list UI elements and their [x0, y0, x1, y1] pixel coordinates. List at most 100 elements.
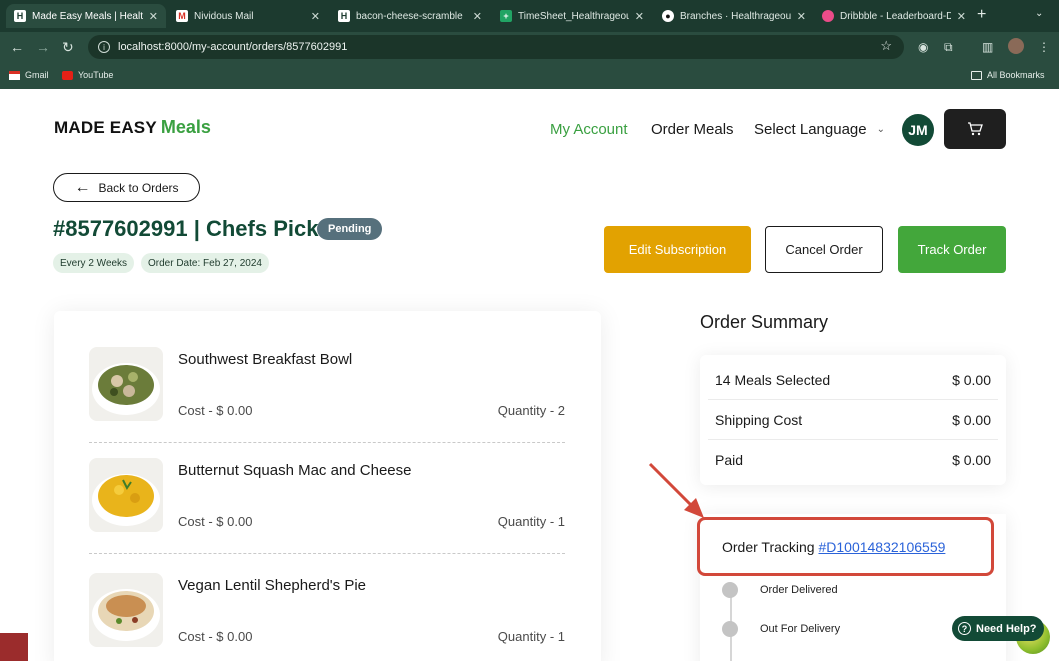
youtube-icon [62, 70, 73, 80]
frequency-chip: Every 2 Weeks [53, 253, 135, 273]
order-summary-card: 14 Meals Selected $ 0.00 Shipping Cost $… [700, 355, 1006, 485]
cart-button[interactable] [944, 109, 1006, 149]
timeline-dot-icon [722, 582, 738, 598]
order-items-card: Southwest Breakfast Bowl Cost - $ 0.00 Q… [54, 311, 601, 661]
meal-cost: Cost - $ 0.00 [178, 514, 253, 529]
cart-icon [968, 122, 983, 136]
profile-avatar-icon[interactable] [1008, 38, 1024, 54]
side-panel-icon[interactable]: ▥ [982, 40, 993, 54]
close-tab-icon[interactable]: ✕ [149, 10, 158, 23]
browser-tab-bar: H Made Easy Meals | Health ✕ M Nividous … [0, 0, 1059, 32]
annotation-arrow-icon [648, 462, 704, 518]
cancel-order-button[interactable]: Cancel Order [765, 226, 883, 273]
bookmark-label: YouTube [78, 70, 114, 80]
summary-value: $ 0.00 [952, 372, 991, 388]
dribbble-favicon-icon [822, 10, 834, 22]
close-tab-icon[interactable]: ✕ [635, 10, 644, 23]
tab-title: Branches · Healthrageous [680, 10, 791, 22]
browser-tab[interactable]: ● Branches · Healthrageous ✕ [654, 4, 814, 28]
nav-my-account[interactable]: My Account [550, 121, 628, 138]
tracking-label-text: Order Tracking [722, 539, 815, 555]
debug-badge-icon[interactable] [0, 633, 28, 661]
status-badge: Pending [317, 218, 383, 240]
meal-image [89, 573, 163, 647]
timeline-step: Order Delivered [760, 584, 838, 596]
gmail-favicon-icon: M [176, 10, 188, 22]
user-avatar[interactable]: JM [902, 114, 934, 146]
sheets-favicon-icon: + [500, 10, 512, 22]
close-tab-icon[interactable]: ✕ [311, 10, 320, 23]
menu-kebab-icon[interactable]: ⋮ [1038, 40, 1050, 54]
extension-icon[interactable]: ◉ [918, 40, 928, 54]
list-item: Butternut Squash Mac and Cheese Cost - $… [89, 458, 565, 550]
meal-image [89, 347, 163, 421]
language-select[interactable]: Select Language ⌄ [754, 121, 885, 138]
made-easy-favicon-icon: H [14, 10, 26, 22]
item-divider [89, 442, 565, 443]
meal-quantity: Quantity - 1 [497, 514, 565, 529]
tab-title: Made Easy Meals | Health [32, 10, 143, 22]
track-order-button[interactable]: Track Order [898, 226, 1006, 273]
close-tab-icon[interactable]: ✕ [473, 10, 482, 23]
meal-name: Vegan Lentil Shepherd's Pie [178, 577, 367, 594]
tab-title: Dribbble - Leaderboard-D [840, 10, 951, 22]
list-item: Southwest Breakfast Bowl Cost - $ 0.00 Q… [89, 347, 565, 439]
chevron-down-icon: ⌄ [876, 124, 885, 135]
tracking-number-link[interactable]: #D10014832106559 [818, 539, 945, 555]
bookmark-label: All Bookmarks [987, 70, 1045, 80]
timeline-dot-icon [722, 621, 738, 637]
order-tracking-label: Order Tracking #D10014832106559 [722, 539, 945, 555]
back-button-label: Back to Orders [98, 180, 179, 195]
gmail-icon [9, 70, 20, 80]
meal-quantity: Quantity - 2 [497, 403, 565, 418]
language-select-label: Select Language [754, 121, 867, 138]
summary-row: Paid $ 0.00 [715, 452, 991, 468]
order-title: #8577602991 | Chefs Pick [53, 216, 319, 241]
new-tab-icon[interactable]: + [977, 6, 986, 24]
tab-title: TimeSheet_Healthrageous [518, 10, 629, 22]
need-help-button[interactable]: ? Need Help? [952, 616, 1044, 641]
logo-accent-text: Meals [160, 117, 211, 137]
summary-row: Shipping Cost $ 0.00 [715, 412, 991, 428]
bookmark-star-icon[interactable]: ☆ [880, 38, 892, 54]
browser-tab[interactable]: H bacon-cheese-scramble ✕ [330, 4, 490, 28]
summary-label: Paid [715, 452, 744, 468]
back-arrow-icon[interactable]: ← [10, 39, 24, 55]
close-tab-icon[interactable]: ✕ [957, 10, 966, 23]
question-icon: ? [958, 622, 971, 635]
need-help-label: Need Help? [976, 622, 1037, 635]
browser-toolbar: ← → ↻ i localhost:8000/my-account/orders… [0, 32, 1059, 62]
puzzle-extensions-icon[interactable]: ⧉ [944, 40, 953, 55]
bookmark-gmail[interactable]: Gmail [9, 70, 49, 80]
folder-icon [971, 70, 982, 80]
browser-tab-active[interactable]: H Made Easy Meals | Health ✕ [6, 4, 166, 28]
bookmark-youtube[interactable]: YouTube [62, 70, 113, 80]
meal-cost: Cost - $ 0.00 [178, 403, 253, 418]
site-logo[interactable]: MADE EASY Meals [54, 117, 211, 138]
browser-tab[interactable]: Dribbble - Leaderboard-D ✕ [814, 4, 974, 28]
forward-arrow-icon[interactable]: → [36, 39, 50, 55]
tab-title: bacon-cheese-scramble [356, 10, 463, 22]
summary-value: $ 0.00 [952, 452, 991, 468]
all-bookmarks[interactable]: All Bookmarks [971, 70, 1045, 80]
summary-label: Shipping Cost [715, 412, 803, 428]
meal-cost: Cost - $ 0.00 [178, 629, 253, 644]
address-bar[interactable]: i localhost:8000/my-account/orders/85776… [88, 35, 904, 59]
made-easy-favicon-icon: H [338, 10, 350, 22]
timeline-step: Out For Delivery [760, 623, 841, 635]
tab-search-chevron-icon[interactable]: ⌄ [1035, 8, 1043, 19]
order-date-chip: Order Date: Feb 27, 2024 [141, 253, 269, 273]
logo-main-text: MADE EASY [54, 118, 157, 137]
browser-tab[interactable]: + TimeSheet_Healthrageous ✕ [492, 4, 652, 28]
reload-icon[interactable]: ↻ [62, 39, 74, 55]
close-tab-icon[interactable]: ✕ [797, 10, 806, 23]
meal-image [89, 458, 163, 532]
edit-subscription-button[interactable]: Edit Subscription [604, 226, 751, 273]
site-info-icon[interactable]: i [98, 41, 110, 53]
tab-title: Nividous Mail [194, 10, 254, 22]
browser-tab[interactable]: M Nividous Mail ✕ [168, 4, 328, 28]
nav-order-meals[interactable]: Order Meals [651, 121, 734, 138]
list-item: Vegan Lentil Shepherd's Pie Cost - $ 0.0… [89, 573, 565, 661]
back-to-orders-button[interactable]: ← Back to Orders [53, 173, 200, 202]
url-text: localhost:8000/my-account/orders/8577602… [118, 41, 348, 53]
